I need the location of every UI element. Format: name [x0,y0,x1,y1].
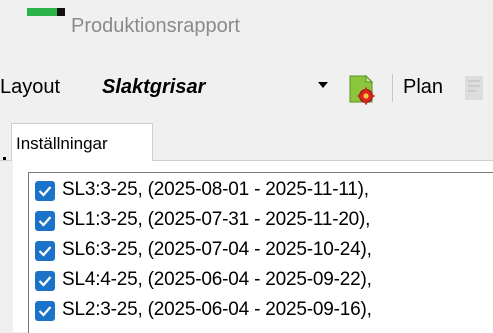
checkbox-checked[interactable] [35,271,55,291]
toolbar-separator [392,74,393,102]
list-item-label: SL4:4-25, (2025-06-04 - 2025-09-22), [62,269,372,290]
list-item-label: SL3:3-25, (2025-08-01 - 2025-11-11), [62,179,369,200]
layout-dropdown[interactable]: Slaktgrisar [100,72,335,102]
checkbox-checked[interactable] [35,241,55,261]
dropdown-arrow-icon[interactable] [318,82,328,88]
plan-button[interactable]: Plan [403,76,443,99]
checkbox-checked[interactable] [35,181,55,201]
layout-selected-value: Slaktgrisar [102,76,206,98]
list-item-label: SL6:3-25, (2025-07-04 - 2025-10-24), [62,239,372,260]
list-item-label: SL1:3-25, (2025-07-31 - 2025-11-20), [62,209,371,230]
edit-layout-icon[interactable] [345,73,377,105]
tab-label: Inställningar [16,134,108,153]
batch-checklist[interactable]: SL3:3-25, (2025-08-01 - 2025-11-11), SL1… [28,172,493,333]
layout-label: Layout [0,76,61,98]
checkbox-checked[interactable] [35,211,55,231]
disabled-tool-icon[interactable] [462,74,486,102]
checkbox-checked[interactable] [35,301,55,321]
list-item[interactable]: SL6:3-25, (2025-07-04 - 2025-10-24), [35,235,485,265]
list-item[interactable]: SL1:3-25, (2025-07-31 - 2025-11-20), [35,205,485,235]
window-title: Produktionsrapport [71,15,240,37]
list-item[interactable]: SL3:3-25, (2025-08-01 - 2025-11-11), [35,175,485,205]
list-item[interactable]: SL4:4-25, (2025-06-04 - 2025-09-22), [35,265,485,295]
title-bar: Produktionsrapport [0,0,493,58]
tab-installningar[interactable]: Inställningar [11,123,153,161]
list-item[interactable]: SL2:3-25, (2025-06-04 - 2025-09-16), [35,295,485,325]
app-logo-icon [27,8,65,16]
list-item-label: SL2:3-25, (2025-06-04 - 2025-09-16), [62,299,372,320]
focus-dot [3,157,6,160]
